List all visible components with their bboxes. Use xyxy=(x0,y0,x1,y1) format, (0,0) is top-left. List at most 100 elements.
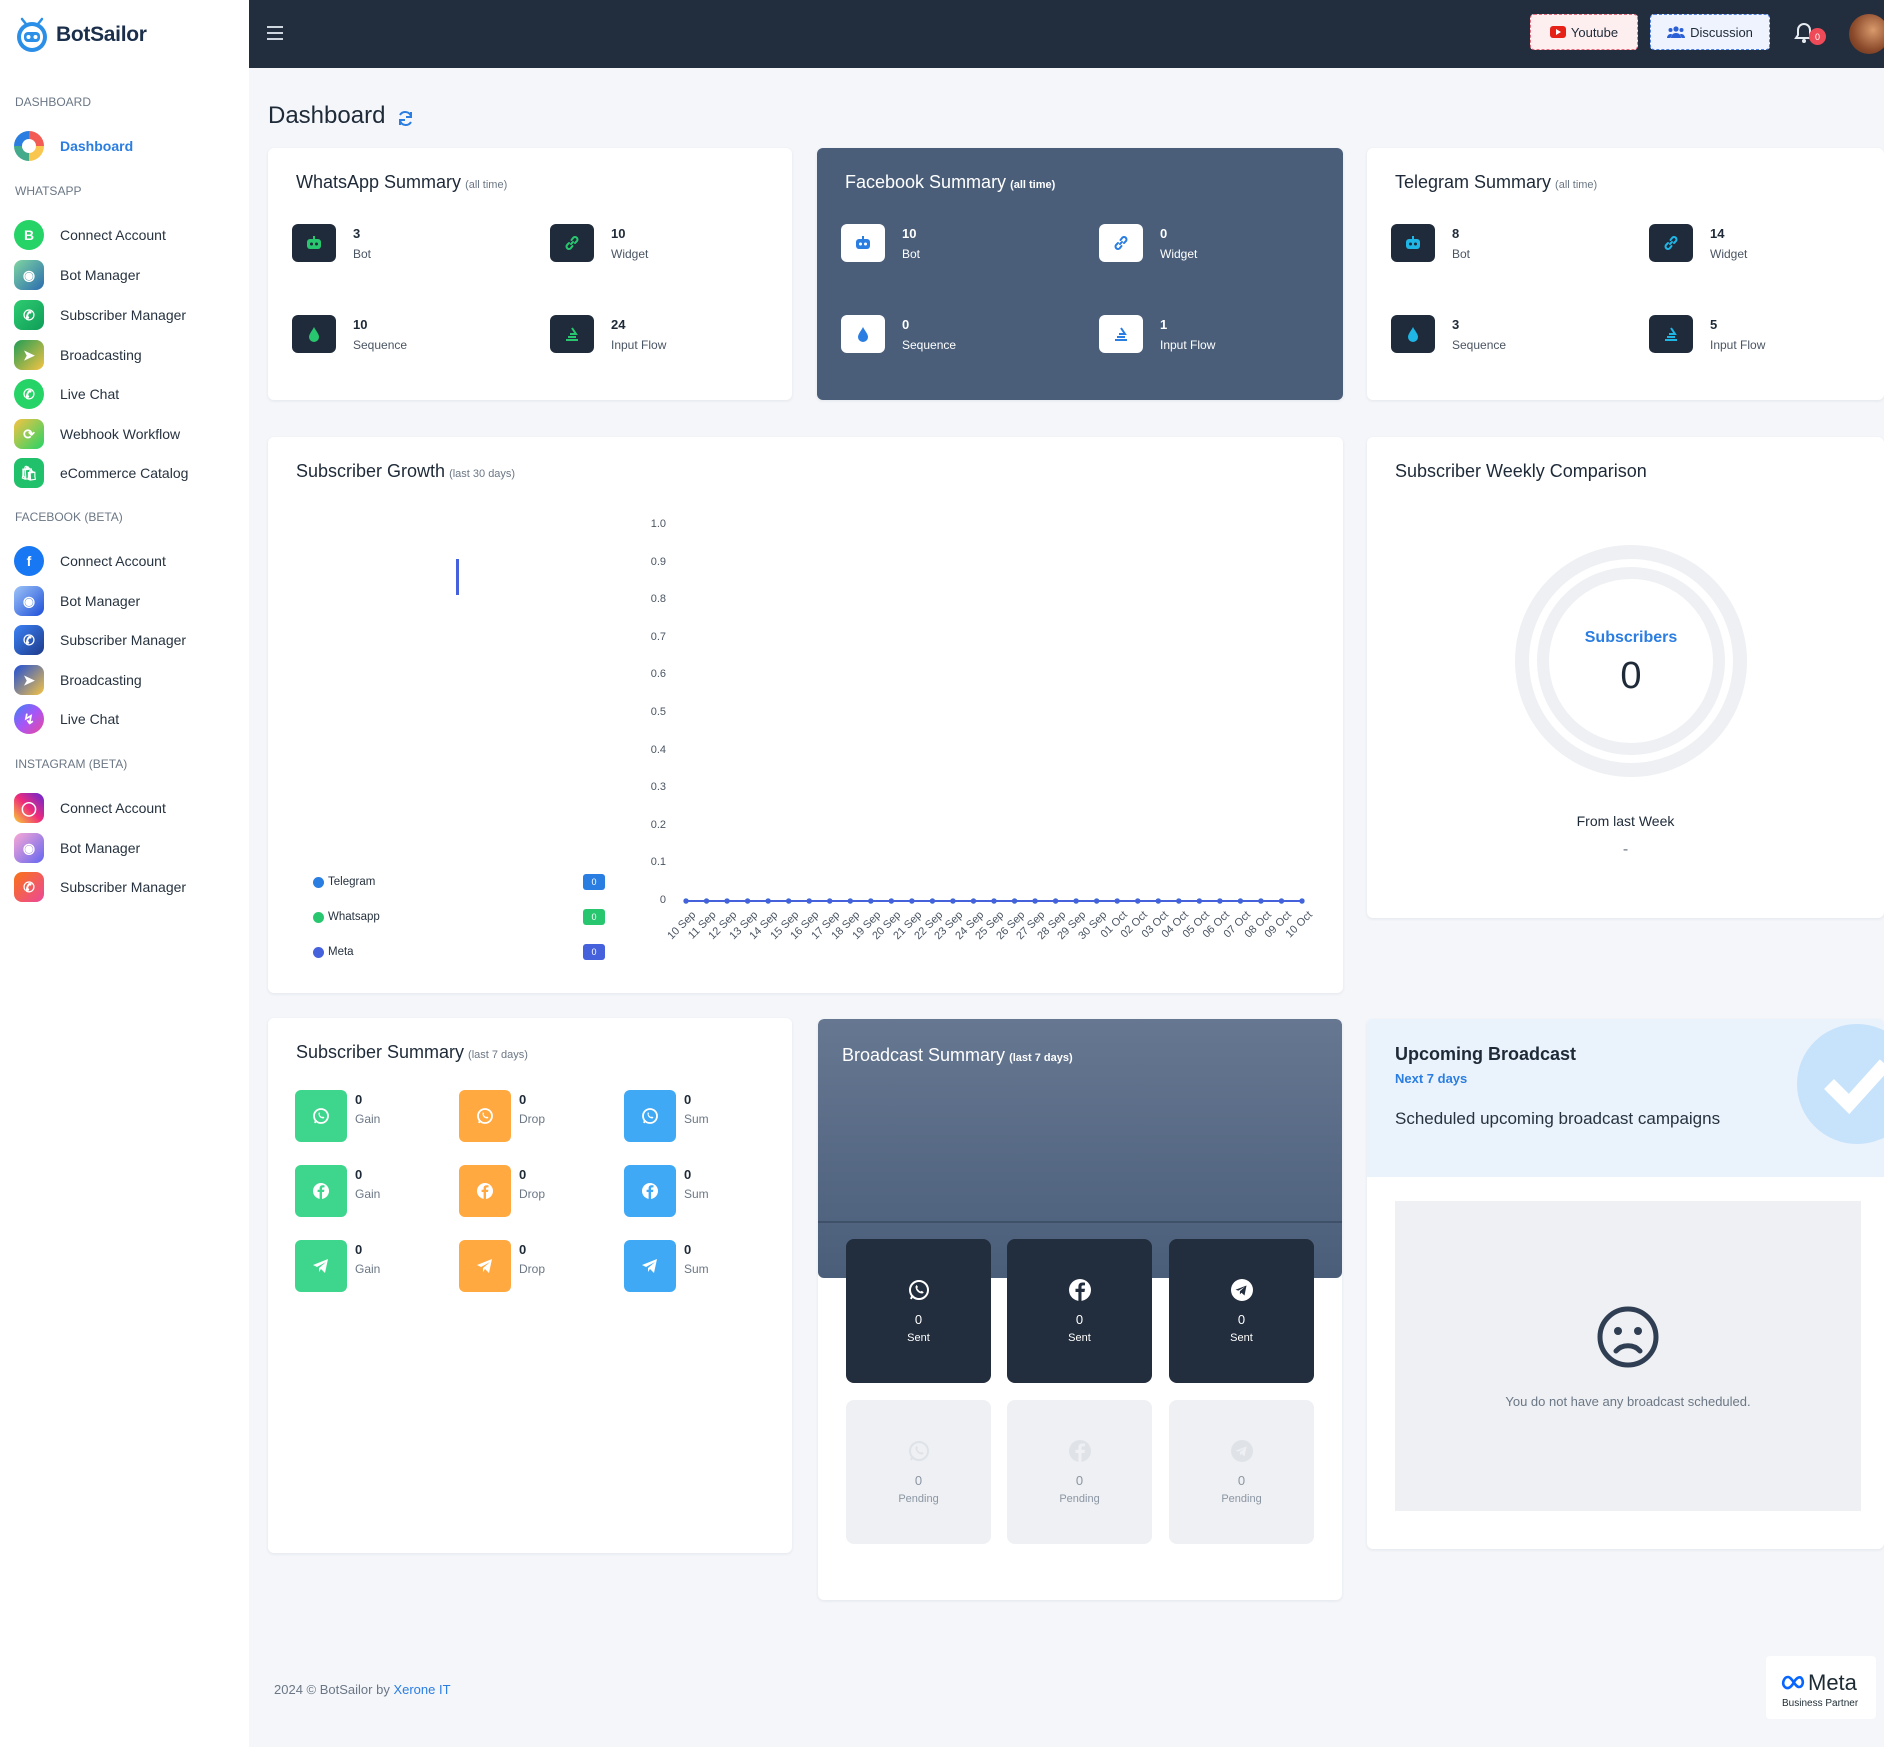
data-point[interactable] xyxy=(1053,898,1059,904)
broadcast-value: 0 xyxy=(1075,1473,1084,1488)
y-tick-label: 0.3 xyxy=(650,781,666,794)
stat-value: 10 xyxy=(353,317,368,332)
subscriber-icon: ✆ xyxy=(14,872,44,902)
ss-telegram-drop: 0 Drop xyxy=(459,1240,545,1292)
broadcast-value: 0 xyxy=(914,1473,923,1488)
avatar[interactable] xyxy=(1849,14,1884,54)
data-point[interactable] xyxy=(1011,898,1018,904)
data-point[interactable] xyxy=(1278,898,1285,904)
sidebar-item-fb-bot-manager[interactable]: ◉ Bot Manager xyxy=(14,585,244,617)
data-point[interactable] xyxy=(1073,898,1079,904)
tg-stat-sequence: 3 Sequence xyxy=(1391,315,1506,353)
legend-item-meta[interactable]: Meta 0 xyxy=(313,944,605,960)
data-point[interactable] xyxy=(786,898,792,904)
brand-name: BotSailor xyxy=(56,23,147,46)
sad-face-icon xyxy=(1597,1306,1659,1368)
sidebar-item-wa-subscriber-manager[interactable]: ✆ Subscriber Manager xyxy=(14,299,244,331)
data-point[interactable] xyxy=(827,898,833,904)
data-point[interactable] xyxy=(765,898,771,904)
hamburger-menu-icon[interactable] xyxy=(267,26,283,40)
wa-stat-sequence: 10 Sequence xyxy=(292,315,407,353)
sidebar-item-wa-webhook-workflow[interactable]: ⟳ Webhook Workflow xyxy=(14,418,244,450)
sidebar-item-fb-connect-account[interactable]: f Connect Account xyxy=(14,545,244,577)
data-point[interactable] xyxy=(1032,898,1038,904)
check-circle-icon xyxy=(1797,1024,1884,1144)
stat-label: Sequence xyxy=(1452,338,1507,352)
sidebar-item-wa-ecommerce-catalog[interactable]: 🛍 eCommerce Catalog xyxy=(14,457,244,489)
data-point[interactable] xyxy=(888,898,894,904)
legend-scroll-indicator xyxy=(456,559,459,595)
sidebar-item-wa-connect-account[interactable]: B Connect Account xyxy=(14,219,244,251)
sidebar-item-dashboard[interactable]: Dashboard xyxy=(14,130,244,162)
brand[interactable]: BotSailor xyxy=(14,16,147,54)
sidebar-item-wa-broadcasting[interactable]: ➤ Broadcasting xyxy=(14,339,244,371)
data-point[interactable] xyxy=(1094,898,1100,904)
wa-stat-bot: 3 Bot xyxy=(292,224,371,262)
sidebar-item-ig-connect-account[interactable]: ◯ Connect Account xyxy=(14,792,244,824)
telegram-icon xyxy=(1230,1279,1253,1301)
ss-value: 0 xyxy=(355,1167,363,1182)
broadcast-label: Sent xyxy=(1230,1332,1253,1344)
data-point[interactable] xyxy=(1217,898,1223,904)
ss-label: Gain xyxy=(355,1262,381,1276)
sidebar-item-ig-bot-manager[interactable]: ◉ Bot Manager xyxy=(14,832,244,864)
ss-value: 0 xyxy=(519,1242,527,1257)
data-point[interactable] xyxy=(806,898,812,904)
data-point[interactable] xyxy=(1196,898,1202,904)
data-point[interactable] xyxy=(1176,898,1182,904)
sidebar-item-wa-live-chat[interactable]: ✆ Live Chat xyxy=(14,378,244,410)
sidebar-item-wa-bot-manager[interactable]: ◉ Bot Manager xyxy=(14,259,244,291)
broadcast-icon: ➤ xyxy=(14,665,44,695)
stat-value: 8 xyxy=(1452,226,1460,241)
legend-item-whatsapp[interactable]: Whatsapp 0 xyxy=(313,909,605,925)
legend-label: Telegram xyxy=(328,876,376,888)
data-point[interactable] xyxy=(847,898,853,904)
data-point[interactable] xyxy=(868,898,874,904)
whatsapp-icon xyxy=(624,1090,676,1142)
data-point[interactable] xyxy=(929,898,935,904)
youtube-label: Youtube xyxy=(1570,24,1619,40)
sidebar-item-label: eCommerce Catalog xyxy=(60,465,189,481)
refresh-icon[interactable] xyxy=(397,110,414,127)
data-point[interactable] xyxy=(724,898,730,904)
broadcast-summary-card: Broadcast Summary (last 7 days) 0 Sent 0 … xyxy=(818,1019,1342,1600)
sidebar-item-fb-live-chat[interactable]: ↯ Live Chat xyxy=(14,703,244,735)
footer-text: 2024 © BotSailor by xyxy=(274,1682,394,1697)
fb-stat-bot: 10 Bot xyxy=(841,224,920,262)
data-point[interactable] xyxy=(1258,898,1264,904)
data-point[interactable] xyxy=(1114,898,1120,904)
broadcast-sent-facebook: 0 Sent xyxy=(1007,1239,1152,1383)
stat-value: 10 xyxy=(902,226,917,241)
footer-link[interactable]: Xerone IT xyxy=(393,1682,450,1697)
ss-facebook-gain: 0 Gain xyxy=(295,1165,380,1217)
ss-whatsapp-sum: 0 Sum xyxy=(624,1090,709,1142)
data-point[interactable] xyxy=(1135,898,1141,904)
sidebar-item-fb-broadcasting[interactable]: ➤ Broadcasting xyxy=(14,664,244,696)
facebook-icon: f xyxy=(14,546,44,576)
stat-label: Input Flow xyxy=(1710,338,1766,352)
ss-label: Gain xyxy=(355,1112,381,1126)
data-point[interactable] xyxy=(991,898,997,904)
data-point[interactable] xyxy=(909,898,915,904)
robot-icon xyxy=(1391,224,1435,262)
data-point[interactable] xyxy=(1237,898,1243,904)
legend-item-telegram[interactable]: Telegram 0 xyxy=(313,874,605,890)
stat-label: Input Flow xyxy=(611,338,667,352)
data-point[interactable] xyxy=(683,898,689,904)
data-point[interactable] xyxy=(703,898,710,904)
discussion-button[interactable]: Discussion xyxy=(1650,14,1770,50)
sidebar-item-ig-subscriber-manager[interactable]: ✆ Subscriber Manager xyxy=(14,871,244,903)
sidebar-item-fb-subscriber-manager[interactable]: ✆ Subscriber Manager xyxy=(14,624,244,656)
broadcast-sent-whatsapp: 0 Sent xyxy=(846,1239,991,1383)
data-point[interactable] xyxy=(970,898,977,904)
broadcast-value: 0 xyxy=(1075,1312,1084,1327)
stat-value: 14 xyxy=(1710,226,1725,241)
youtube-button[interactable]: Youtube xyxy=(1530,14,1638,50)
data-point[interactable] xyxy=(745,898,751,904)
data-point[interactable] xyxy=(950,898,956,904)
data-point[interactable] xyxy=(1299,898,1305,904)
droplet-icon xyxy=(841,315,885,353)
data-point[interactable] xyxy=(1155,898,1161,904)
stat-label: Input Flow xyxy=(1160,338,1216,352)
telegram-summary-card: Telegram Summary (all time) 8 Bot 14 Widget… xyxy=(1367,148,1884,400)
